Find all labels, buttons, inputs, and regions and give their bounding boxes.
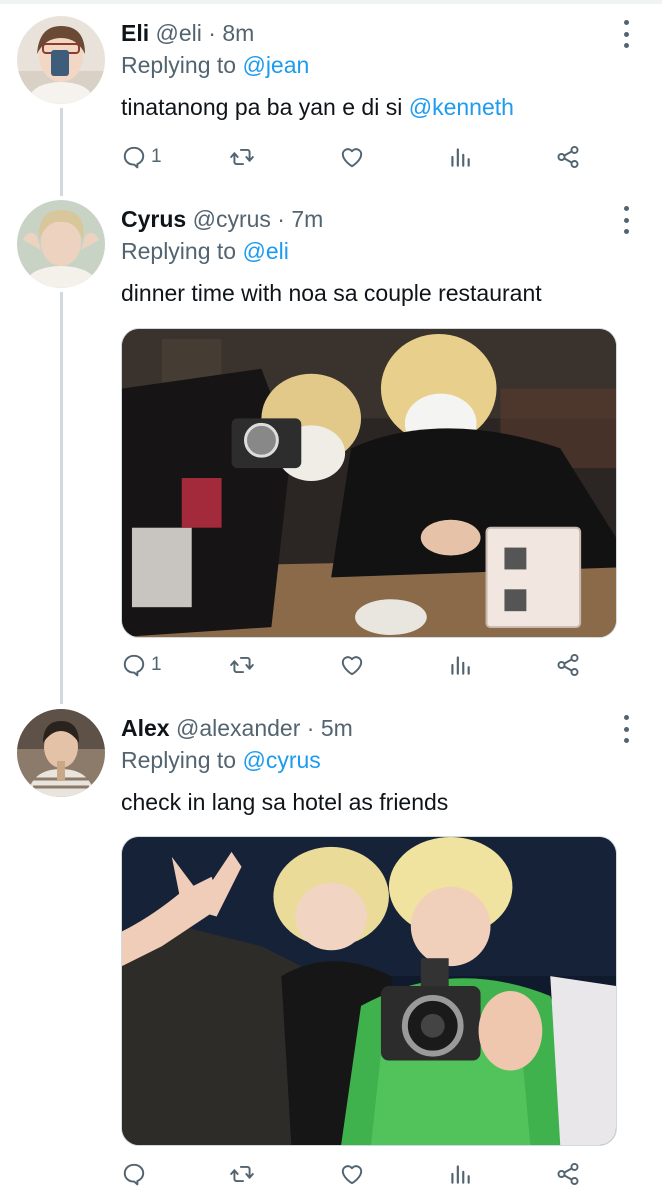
like-icon [341,656,363,676]
share-icon [557,145,579,169]
action-bar [121,1159,591,1189]
tweet-text: dinner time with noa sa couple restauran… [121,278,621,308]
timestamp[interactable]: 8m [222,20,254,46]
retweet-button[interactable] [229,1159,255,1189]
reply-icon [123,1163,145,1186]
analytics-button[interactable] [447,650,473,680]
user-handle[interactable]: @eli [156,20,202,46]
tweet-text: tinatanong pa ba yan e di si @kenneth [121,92,621,122]
reply-count: 1 [151,146,162,167]
retweet-icon [230,148,254,166]
tweet-header: Cyrus @cyrus · 7m [121,204,621,234]
user-handle[interactable]: @cyrus [193,206,271,232]
reply-icon [123,146,145,169]
avatar-image [17,16,105,104]
replying-to: Replying to @cyrus [121,745,621,775]
avatar[interactable] [17,200,105,288]
timestamp[interactable]: 7m [291,206,323,232]
tweet[interactable]: Cyrus @cyrus · 7m Replying to @eli dinne… [0,200,662,705]
retweet-button[interactable] [229,142,255,172]
action-bar: 1 [121,650,591,680]
separator: · [208,20,216,46]
tweet-header: Eli @eli · 8m [121,18,621,48]
tweet-photo[interactable] [121,836,617,1146]
timestamp[interactable]: 5m [321,715,353,741]
avatar[interactable] [17,16,105,104]
retweet-icon [230,656,254,674]
separator: · [306,715,315,741]
like-button[interactable] [339,650,365,680]
tweet-header: Alex @alexander · 5m [121,713,621,743]
tweet-text: check in lang sa hotel as friends [121,787,621,817]
replying-mention[interactable]: @jean [242,52,309,78]
reply-icon [123,654,145,677]
display-name[interactable]: Eli [121,20,149,46]
tweet[interactable]: Eli @eli · 8m Replying to @jean tinatano… [0,0,662,200]
tweet-text-body: check in lang sa hotel as friends [121,789,449,815]
action-bar: 1 [121,142,591,172]
reply-count: 1 [151,654,162,675]
photo-hotel [122,837,616,1145]
replying-mention[interactable]: @cyrus [242,747,320,773]
reply-button[interactable] [121,1159,151,1189]
replying-prefix: Replying to [121,238,237,264]
more-options-icon[interactable] [616,206,636,234]
share-button[interactable] [555,142,581,172]
replying-to: Replying to @jean [121,50,621,80]
replying-to: Replying to @eli [121,236,621,266]
more-options-icon[interactable] [616,20,636,48]
analytics-icon [451,656,470,675]
avatar[interactable] [17,709,105,797]
reply-button[interactable]: 1 [121,142,162,172]
text-mention[interactable]: @kenneth [409,94,514,120]
share-icon [557,653,579,677]
share-button[interactable] [555,650,581,680]
analytics-button[interactable] [447,1159,473,1189]
share-icon [557,1162,579,1186]
retweet-button[interactable] [229,650,255,680]
like-icon [341,1165,363,1185]
separator: · [277,206,285,232]
retweet-icon [230,1165,254,1183]
analytics-icon [451,1165,470,1184]
display-name[interactable]: Alex [121,715,170,741]
replying-mention[interactable]: @eli [242,238,288,264]
avatar-image [17,709,105,797]
like-button[interactable] [339,142,365,172]
replying-prefix: Replying to [121,52,237,78]
tweet-text-body: tinatanong pa ba yan e di si [121,94,409,120]
user-handle[interactable]: @alexander [176,715,300,741]
like-icon [341,148,363,168]
like-button[interactable] [339,1159,365,1189]
tweet-photo[interactable] [121,328,617,638]
display-name[interactable]: Cyrus [121,206,186,232]
avatar-image [17,200,105,288]
more-options-icon[interactable] [616,715,636,743]
tweet[interactable]: Alex @alexander · 5m Replying to @cyrus … [0,705,662,1200]
photo-dinner [122,329,616,637]
analytics-button[interactable] [447,142,473,172]
replying-prefix: Replying to [121,747,237,773]
reply-button[interactable]: 1 [121,650,162,680]
share-button[interactable] [555,1159,581,1189]
tweet-text-body: dinner time with noa sa couple restauran… [121,280,542,306]
analytics-icon [451,148,470,167]
